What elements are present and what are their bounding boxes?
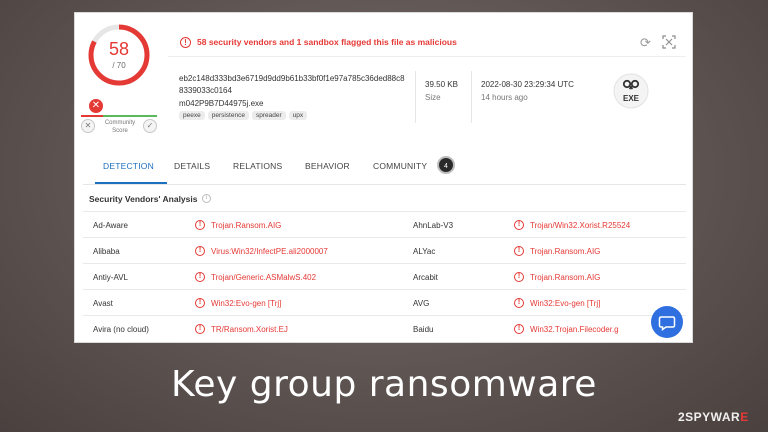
community-malicious-icon: ✕ <box>89 99 103 113</box>
detection-count: 58 <box>108 39 130 59</box>
vendor-result: Virus:Win32/InfectPE.ali2000007 <box>211 247 328 256</box>
malicious-icon: ! <box>514 246 524 256</box>
tag[interactable]: persistence <box>207 111 249 120</box>
vendor-name: Baidu <box>413 325 434 334</box>
malicious-icon: ! <box>514 272 524 282</box>
alert-text: 58 security vendors and 1 sandbox flagge… <box>197 37 457 47</box>
vendor-result: Trojan/Generic.ASMalwS.402 <box>211 273 317 282</box>
vendor-result: TR/Ransom.Xorist.EJ <box>211 325 288 334</box>
community-score-bar <box>81 115 157 117</box>
section-title: Security Vendors' Analysis <box>89 194 198 204</box>
alert-icon: ! <box>180 37 191 48</box>
report-tabs: DETECTION DETAILS RELATIONS BEHAVIOR COM… <box>83 149 686 185</box>
file-hash[interactable]: eb2c148d333bd3e6719d9dd9b61b33bf0f1e97a7… <box>179 73 407 97</box>
vendor-name: AhnLab-V3 <box>413 221 454 230</box>
graph-expand-icon[interactable] <box>662 35 676 49</box>
file-report-card: 58 / 70 ✕ ✕ Community Score ✓ ! 58 secur… <box>74 12 693 343</box>
vendor-result: Trojan.Ransom.AIG <box>211 221 282 230</box>
analysis-age: 14 hours ago <box>481 93 528 102</box>
analysis-date: 2022-08-30 23:29:34 UTC <box>481 80 574 89</box>
table-row: Ad-Aware ! Trojan.Ransom.AIG AhnLab-V3 !… <box>83 211 686 237</box>
table-row: Avira (no cloud) ! TR/Ransom.Xorist.EJ B… <box>83 315 686 341</box>
malicious-icon: ! <box>195 246 205 256</box>
vendor-name: Arcabit <box>413 273 438 282</box>
malicious-icon: ! <box>195 324 205 334</box>
detection-score-ring: 58 / 70 <box>87 23 151 87</box>
vendor-name: Antiy-AVL <box>93 273 128 282</box>
info-icon[interactable]: i <box>202 194 211 203</box>
info-divider <box>471 71 472 123</box>
community-score-label: Community Score <box>104 120 136 134</box>
tab-details[interactable]: DETAILS <box>174 161 210 171</box>
vendor-result: Trojan.Ransom.AIG <box>530 273 601 282</box>
file-name: m042P9B7D44975j.exe <box>179 99 264 108</box>
tab-relations[interactable]: RELATIONS <box>233 161 282 171</box>
caption-title: Key group ransomware <box>171 364 597 405</box>
chat-icon <box>658 316 676 331</box>
vendor-result: Win32:Evo-gen [Trj] <box>211 299 282 308</box>
tab-detection[interactable]: DETECTION <box>103 161 154 171</box>
tag[interactable]: peexe <box>179 111 205 120</box>
malicious-icon: ! <box>195 272 205 282</box>
table-row: Antiy-AVL ! Trojan/Generic.ASMalwS.402 A… <box>83 263 686 289</box>
table-row: Avast ! Win32:Evo-gen [Trj] AVG ! Win32:… <box>83 289 686 315</box>
vendor-name: Avast <box>93 299 113 308</box>
file-size-label: Size <box>425 93 441 102</box>
community-count-badge: 4 <box>437 156 455 174</box>
vendor-table: Ad-Aware ! Trojan.Ransom.AIG AhnLab-V3 !… <box>83 211 686 341</box>
tag[interactable]: upx <box>288 111 308 120</box>
upvote-icon[interactable]: ✓ <box>143 119 157 133</box>
tab-behavior[interactable]: BEHAVIOR <box>305 161 350 171</box>
malicious-icon: ! <box>195 220 205 230</box>
malicious-icon: ! <box>514 220 524 230</box>
file-tags: peexe persistence spreader upx <box>179 111 308 120</box>
info-divider <box>415 71 416 123</box>
chat-button[interactable] <box>651 306 683 338</box>
file-type-label: EXE <box>623 94 640 103</box>
malicious-icon: ! <box>195 298 205 308</box>
malicious-icon: ! <box>514 298 524 308</box>
site-logo: 2SPYWARE <box>678 410 749 424</box>
exe-file-type-icon: EXE <box>613 73 649 109</box>
vendor-name: Ad-Aware <box>93 221 128 230</box>
reanalyze-icon[interactable]: ⟳ <box>640 36 651 50</box>
active-tab-indicator <box>95 182 167 184</box>
vendor-result: Trojan/Win32.Xorist.R25524 <box>530 221 631 230</box>
detection-total: / 70 <box>112 61 126 70</box>
vendor-result: Trojan.Ransom.AIG <box>530 247 601 256</box>
vendor-name: AVG <box>413 299 430 308</box>
malicious-icon: ! <box>514 324 524 334</box>
tab-community[interactable]: COMMUNITY <box>373 161 427 171</box>
file-size: 39.50 KB <box>425 80 458 89</box>
malicious-alert: ! 58 security vendors and 1 sandbox flag… <box>168 31 686 57</box>
vendor-result: Win32:Evo-gen [Trj] <box>530 299 601 308</box>
downvote-icon[interactable]: ✕ <box>81 119 95 133</box>
vendor-result: Win32.Trojan.Filecoder.g <box>530 325 619 334</box>
vendor-name: ALYac <box>413 247 436 256</box>
tag[interactable]: spreader <box>251 111 286 120</box>
vendor-name: Alibaba <box>93 247 120 256</box>
table-row: Alibaba ! Virus:Win32/InfectPE.ali200000… <box>83 237 686 263</box>
vendor-name: Avira (no cloud) <box>93 325 149 334</box>
